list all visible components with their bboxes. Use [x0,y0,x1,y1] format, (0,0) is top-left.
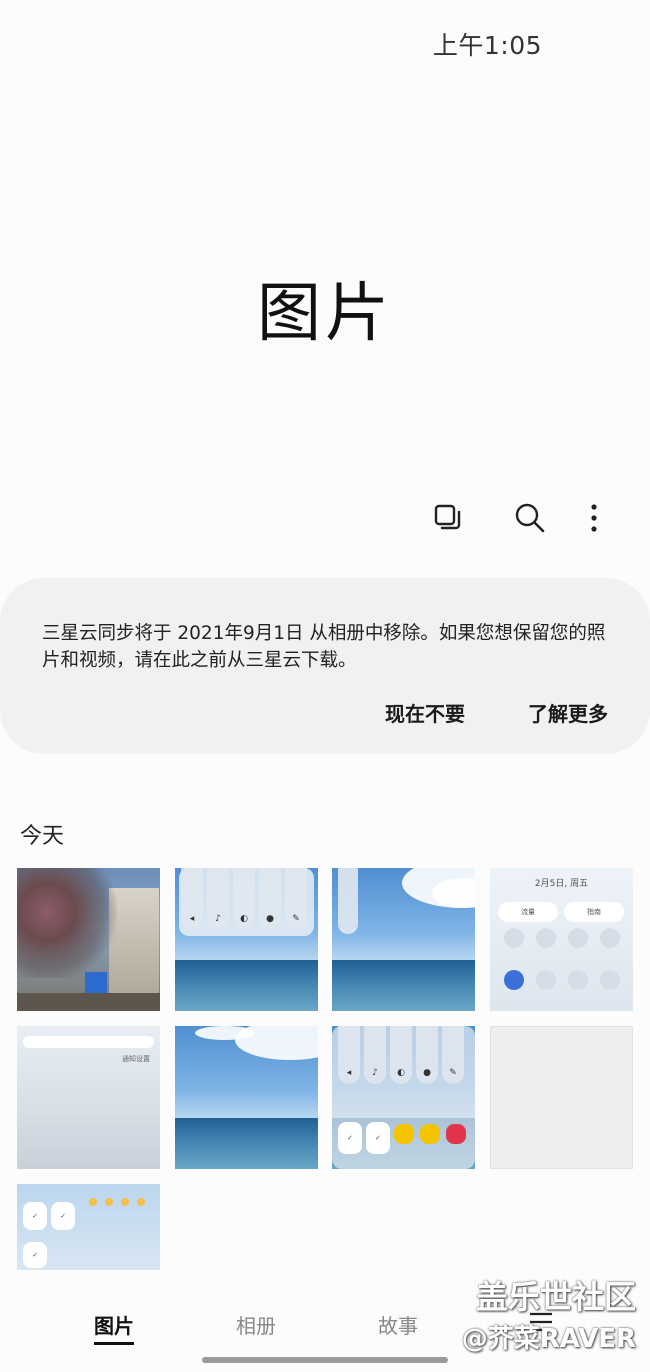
road-sign-shape [85,972,107,994]
select-multiple-icon [434,504,461,530]
section-today-label: 今天 [20,824,65,849]
thumb-link-text: 通知设置 [122,1055,150,1063]
blank-thumbnail[interactable] [490,1026,633,1169]
tab-stories[interactable]: 故事 [378,1310,418,1339]
active-tab-indicator [94,1342,134,1345]
search-icon [515,503,545,533]
not-now-button[interactable]: 现在不要 [385,698,465,727]
search-button[interactable] [508,496,552,540]
screenshot-thumbnail[interactable]: ✓ ✓ ✓ [17,1184,160,1270]
tab-pictures[interactable]: 图片 [94,1310,134,1339]
more-options-button[interactable] [572,496,616,540]
home-indicator[interactable] [202,1357,448,1363]
screenshot-thumbnail[interactable]: 2月5日, 周五 流量 指南 [490,868,633,1011]
select-button[interactable] [426,496,470,540]
status-time: 上午1:05 [432,31,542,60]
cloud-sync-banner: 三星云同步将于 2021年9月1日 从相册中移除。如果您想保留您的照片和视频，请… [0,578,650,754]
screenshot-thumbnail[interactable]: ◂ ♪ ◐ ● ✎ [175,868,318,1011]
thumb-date-text: 2月5日, 周五 [534,879,589,889]
photo-thumbnail[interactable] [175,1026,318,1169]
page-title: 图片 [257,277,393,351]
ground-shape [17,993,160,1011]
banner-message: 三星云同步将于 2021年9月1日 从相册中移除。如果您想保留您的照片和视频，请… [42,623,606,671]
tree-shape [17,868,117,978]
screenshot-thumbnail[interactable]: ◂ ♪ ◐ ● ✎ ✓ ✓ [332,1026,475,1169]
more-vertical-icon [591,504,597,532]
watermark-author: @芥菜RAVER [461,1324,636,1354]
thumb-button-label: 指南 [564,902,624,922]
watermark-title: 盖乐世社区 [475,1278,636,1316]
screenshot-thumbnail[interactable] [332,868,475,1011]
learn-more-button[interactable]: 了解更多 [528,698,608,727]
toolbar [420,496,620,540]
screenshot-thumbnail[interactable]: 通知设置 [17,1026,160,1169]
photo-thumbnail[interactable] [17,868,160,1011]
tab-albums[interactable]: 相册 [236,1310,276,1339]
thumb-button-label: 流量 [498,902,558,922]
